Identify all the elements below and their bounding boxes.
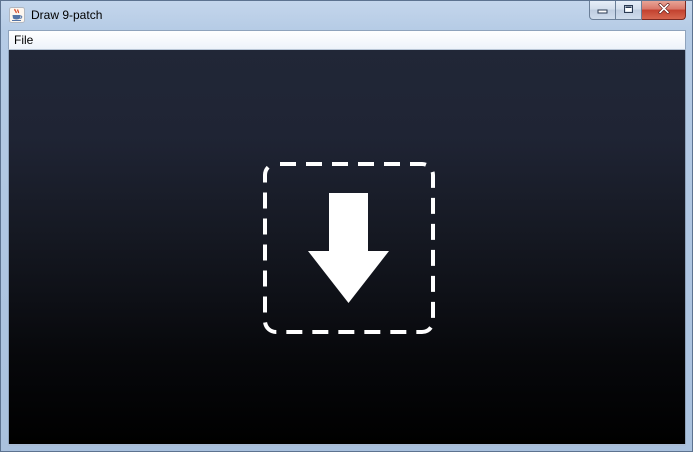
minimize-icon bbox=[597, 1, 608, 19]
app-window: Draw 9-patch File bbox=[0, 0, 693, 452]
maximize-icon bbox=[623, 1, 634, 19]
java-cup-icon[interactable] bbox=[9, 7, 25, 23]
download-arrow-icon bbox=[262, 161, 436, 335]
window-title: Draw 9-patch bbox=[31, 8, 103, 22]
close-button[interactable] bbox=[642, 1, 686, 20]
menu-bar: File bbox=[8, 30, 686, 50]
close-icon bbox=[658, 1, 670, 19]
title-bar[interactable]: Draw 9-patch bbox=[1, 1, 692, 30]
maximize-button[interactable] bbox=[616, 1, 642, 20]
window-controls bbox=[589, 1, 686, 21]
minimize-button[interactable] bbox=[589, 1, 616, 20]
drop-area[interactable] bbox=[8, 50, 686, 444]
window-bottom-border bbox=[8, 444, 686, 446]
menu-file[interactable]: File bbox=[13, 33, 34, 47]
